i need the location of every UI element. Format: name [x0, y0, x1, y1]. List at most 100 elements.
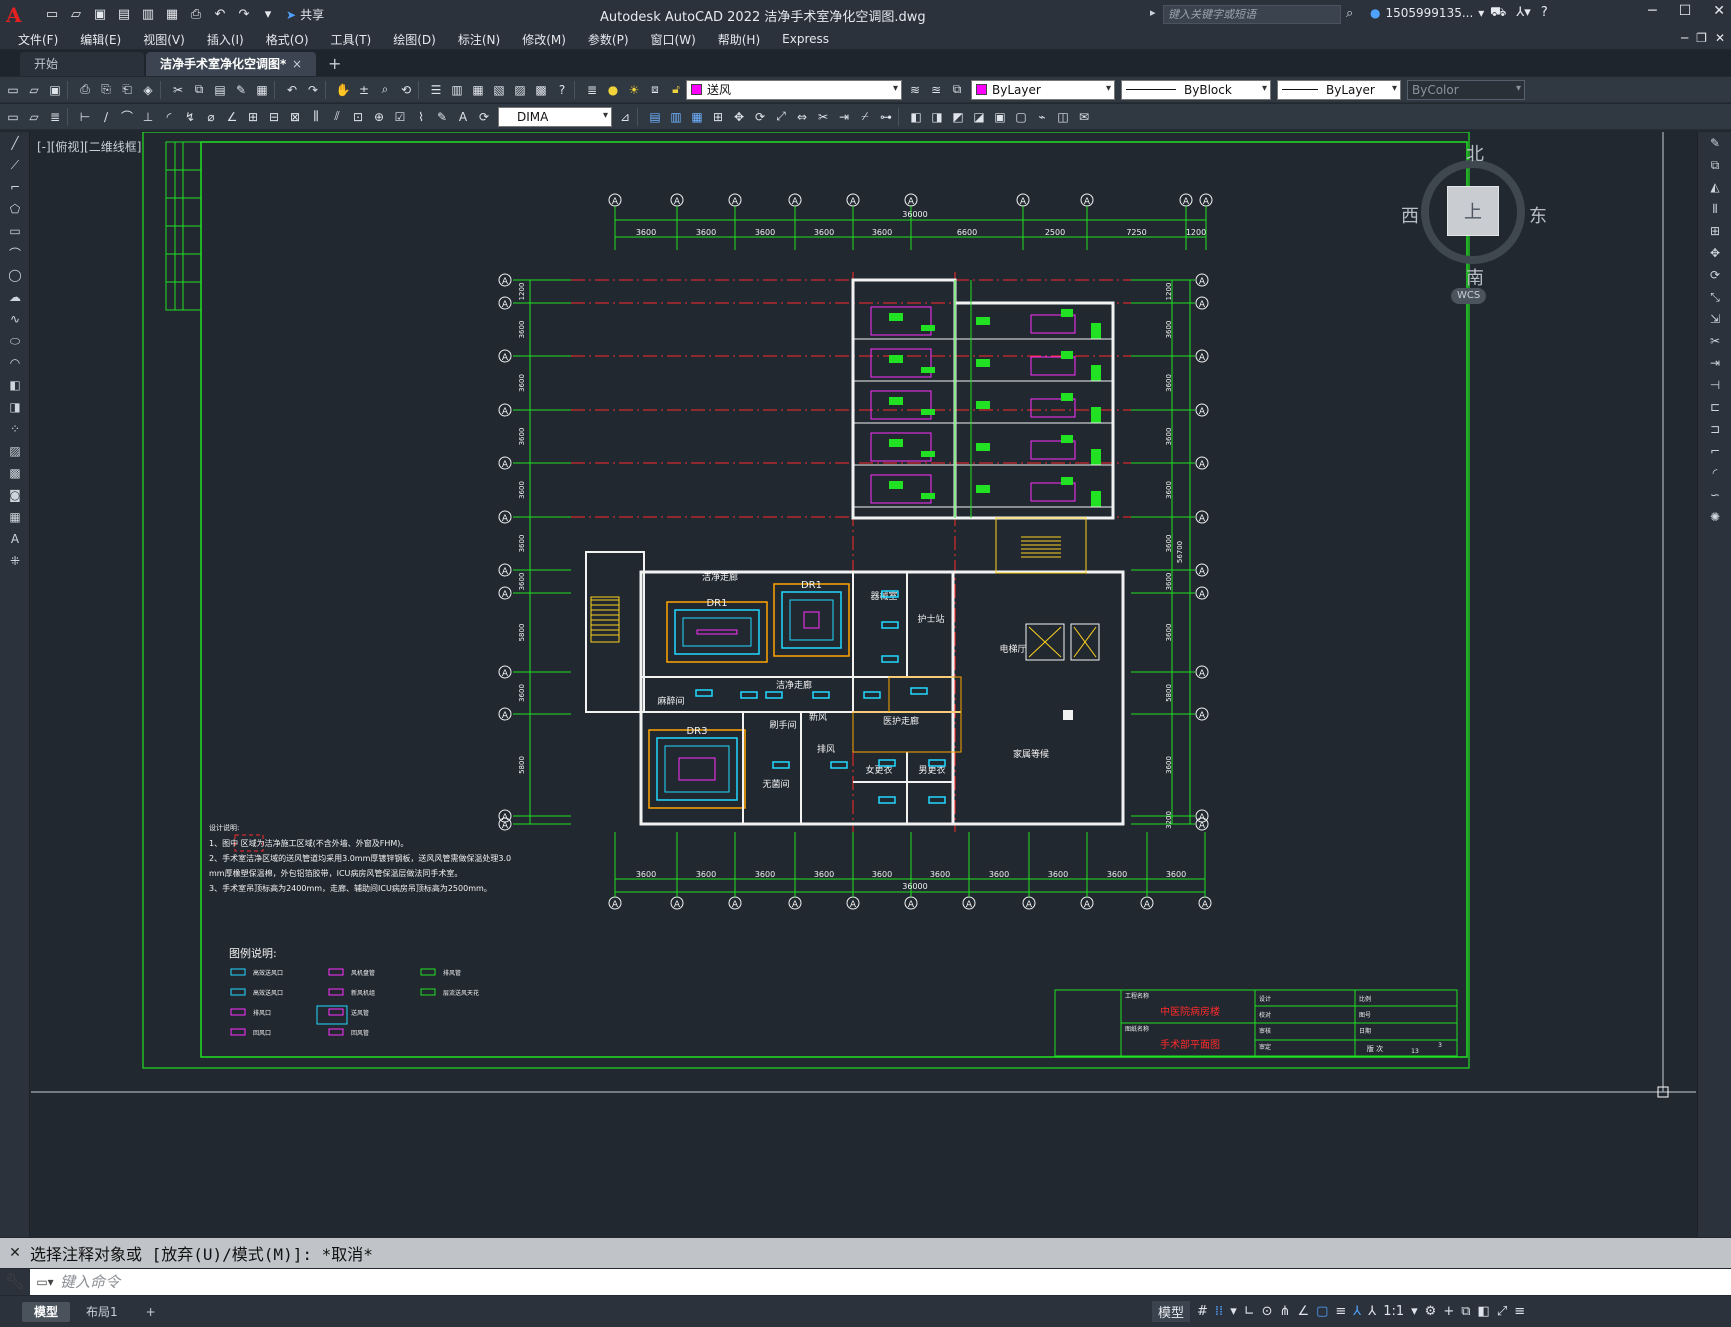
chevron-down-icon[interactable]: ▾: [1230, 1304, 1237, 1319]
layer-thaw-icon[interactable]: ☀: [626, 82, 642, 98]
design-center-icon[interactable]: ▥: [449, 82, 465, 98]
ellipse-arc-icon[interactable]: ◠: [0, 352, 30, 374]
arc-length-icon[interactable]: ⌒: [119, 109, 135, 125]
3d-print-icon[interactable]: ◈: [140, 82, 156, 98]
compass-east[interactable]: 东: [1529, 202, 1547, 228]
lineweight-dropdown[interactable]: ByLayer ▾: [1277, 79, 1401, 100]
xref-icon[interactable]: ◪: [971, 109, 987, 125]
workspace-gear-icon[interactable]: ⚙: [1425, 1304, 1437, 1319]
gradient-icon[interactable]: ▩: [0, 462, 30, 484]
hatch-icon[interactable]: ▨: [0, 440, 30, 462]
annotation-visibility-icon[interactable]: ⅄: [1353, 1304, 1361, 1319]
menu-item-8[interactable]: 修改(M): [511, 31, 577, 48]
dim-text-edit-icon[interactable]: A: [455, 109, 471, 125]
break-icon[interactable]: ⊏: [1698, 396, 1731, 418]
ordinate-icon[interactable]: ⊥: [140, 109, 156, 125]
plot-icon[interactable]: ⎙: [188, 7, 204, 23]
new-icon[interactable]: ▭: [5, 82, 21, 98]
ole-icon[interactable]: ▢: [1013, 109, 1029, 125]
plot-preview-icon[interactable]: ⎘: [98, 82, 114, 98]
search-input[interactable]: 键入关键字或短语: [1163, 5, 1341, 24]
copy-icon[interactable]: ⧉: [1698, 154, 1731, 176]
save-icon[interactable]: ▣: [92, 7, 108, 23]
share-button[interactable]: ➤ 共享: [286, 6, 324, 23]
isolate-objects-icon[interactable]: ⧉: [1461, 1304, 1470, 1319]
multiline-text-icon[interactable]: A: [0, 528, 30, 550]
auto-scale-icon[interactable]: ⅄: [1368, 1304, 1376, 1319]
insert-block-icon[interactable]: ◧: [908, 109, 924, 125]
drawing-viewport[interactable]: [-][俯视][二维线框] A 3600 A 3600 A 3600 A 3600 A 3600 A…: [31, 132, 1696, 1237]
help-icon[interactable]: ?: [554, 82, 570, 98]
plotstyle-dropdown[interactable]: ByColor ▾: [1407, 79, 1525, 100]
autodesk-app-icon[interactable]: ⅄▾: [1516, 5, 1530, 22]
move-icon[interactable]: ✥: [1698, 242, 1731, 264]
close-icon[interactable]: ✕: [1713, 3, 1725, 19]
revcloud-icon[interactable]: ☁: [0, 286, 30, 308]
offset-icon[interactable]: ⫴: [1698, 198, 1731, 220]
layer-walk-icon[interactable]: ≣: [47, 109, 63, 125]
chevron-down-icon[interactable]: ▾: [1411, 1304, 1418, 1319]
menu-item-4[interactable]: 格式(O): [255, 31, 320, 48]
menu-item-9[interactable]: 参数(P): [577, 31, 640, 48]
offset-icon[interactable]: ▦: [689, 109, 705, 125]
layer-dropdown[interactable]: 送风 ▾: [686, 79, 902, 100]
doc-minimize-icon[interactable]: ─: [1681, 31, 1688, 45]
jogged-linear-icon[interactable]: ⌇: [413, 109, 429, 125]
hyperlink-icon[interactable]: ⌁: [1034, 109, 1050, 125]
recent-commands-icon[interactable]: ▭▾: [30, 1275, 60, 1289]
add-layout-button[interactable]: +: [134, 1302, 168, 1322]
tab-start[interactable]: 开始: [20, 52, 144, 76]
plot-icon[interactable]: ⎙: [77, 82, 93, 98]
stretch-icon[interactable]: ⇔: [794, 109, 810, 125]
help-icon[interactable]: ?: [1541, 5, 1548, 22]
save-icon[interactable]: ▣: [47, 82, 63, 98]
save-as-icon[interactable]: ▤: [116, 7, 132, 23]
ellipse-icon[interactable]: ⬭: [0, 330, 30, 352]
inspect-icon[interactable]: ☑: [392, 109, 408, 125]
arc-icon[interactable]: ⌒: [0, 242, 30, 264]
create-block-icon[interactable]: ◨: [929, 109, 945, 125]
match-properties-icon[interactable]: ✎: [233, 82, 249, 98]
open-file-icon[interactable]: ▱: [68, 7, 84, 23]
menu-item-5[interactable]: 工具(T): [320, 31, 383, 48]
make-block-icon[interactable]: ◨: [0, 396, 30, 418]
user-account[interactable]: ● 1505999135... ▾: [1370, 6, 1484, 20]
layer-state-icon[interactable]: ⧉: [949, 82, 965, 98]
pdf-import-icon[interactable]: ▭: [5, 109, 21, 125]
extend-icon[interactable]: ⇥: [1698, 352, 1731, 374]
layer-properties-icon[interactable]: ≣: [584, 82, 600, 98]
wcs-menu[interactable]: WCS: [1451, 288, 1487, 304]
linear-dimension-icon[interactable]: ⊢: [77, 109, 93, 125]
polar-icon[interactable]: ⊙: [1262, 1304, 1273, 1319]
new-file-icon[interactable]: ▭: [44, 7, 60, 23]
close-icon[interactable]: ✕: [0, 1245, 30, 1261]
linetype-dropdown[interactable]: ByBlock ▾: [1121, 79, 1271, 100]
center-mark-icon[interactable]: ⊕: [371, 109, 387, 125]
menu-item-1[interactable]: 编辑(E): [69, 31, 132, 48]
undo-icon[interactable]: ↶: [284, 82, 300, 98]
layer-lock-icon[interactable]: 🔓︎: [668, 82, 684, 98]
open-icon[interactable]: ▱: [26, 82, 42, 98]
table-icon[interactable]: ▦: [0, 506, 30, 528]
publish-icon[interactable]: ⎗: [119, 82, 135, 98]
join-icon[interactable]: ⊐: [1698, 418, 1731, 440]
move-icon[interactable]: ✥: [731, 109, 747, 125]
tool-palettes-icon[interactable]: ▦: [470, 82, 486, 98]
doc-restore-icon[interactable]: ❐: [1696, 31, 1707, 45]
tab-close-icon[interactable]: ×: [292, 52, 302, 76]
tab-active-drawing[interactable]: 洁净手术室净化空调图* ×: [146, 52, 316, 76]
viewcube-top-face[interactable]: 上: [1447, 186, 1499, 236]
hardware-acceleration-icon[interactable]: ◧: [1478, 1304, 1490, 1319]
new-tab-button[interactable]: +: [316, 52, 353, 76]
minimize-icon[interactable]: ─: [1648, 3, 1656, 19]
isodraft-icon[interactable]: ⋔: [1280, 1304, 1291, 1319]
region-icon[interactable]: ◙: [0, 484, 30, 506]
aligned-dimension-icon[interactable]: ∕: [98, 109, 114, 125]
sheet-set-icon[interactable]: ▧: [491, 82, 507, 98]
construction-line-icon[interactable]: ⟋: [0, 154, 30, 176]
trim-icon[interactable]: ✂: [815, 109, 831, 125]
chamfer-icon[interactable]: ⌐: [1698, 440, 1731, 462]
rotate-icon[interactable]: ⟳: [1698, 264, 1731, 286]
object-snap-icon[interactable]: ▢: [1316, 1304, 1328, 1319]
insert-block-icon[interactable]: ◧: [0, 374, 30, 396]
